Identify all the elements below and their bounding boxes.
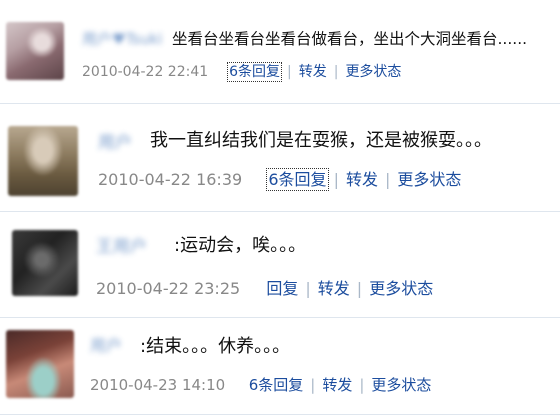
reply-link[interactable]: 6条回复 — [266, 168, 329, 191]
reply-link[interactable]: 6条回复 — [249, 376, 304, 394]
reply-link[interactable]: 回复 — [266, 279, 298, 298]
user-name[interactable]: 用户 — [90, 332, 122, 356]
avatar[interactable] — [8, 126, 78, 196]
status-meta: 2010-04-22 16:39 6条回复 | 转发 | 更多状态 — [98, 166, 461, 191]
more-status-link[interactable]: 更多状态 — [345, 64, 401, 80]
avatar[interactable] — [12, 230, 78, 296]
status-meta: 2010-04-22 23:25 回复 | 转发 | 更多状态 — [96, 275, 433, 299]
forward-link[interactable]: 转发 — [346, 170, 378, 189]
separator: | — [359, 376, 365, 394]
forward-link[interactable]: 转发 — [318, 279, 350, 298]
status-text: :结束。。。休养。。。 — [140, 332, 290, 358]
separator: | — [356, 279, 363, 298]
status-item: 用户♥Tsuki 坐看台坐看台坐看台做看台，坐出个大洞坐看台...... 201… — [0, 0, 560, 102]
timestamp: 2010-04-22 23:25 — [96, 279, 241, 298]
timestamp: 2010-04-23 14:10 — [90, 376, 226, 394]
separator: | — [384, 170, 391, 189]
status-text: :运动会，唉。。。 — [174, 231, 306, 257]
reply-link[interactable]: 6条回复 — [227, 62, 282, 82]
user-name[interactable]: 王用户 — [96, 232, 147, 257]
status-meta: 2010-04-22 22:41 6条回复 | 转发 | 更多状态 — [82, 61, 401, 82]
status-text: 我一直纠结我们是在耍猴，还是被猴耍。。。 — [150, 130, 492, 151]
separator: | — [305, 279, 311, 298]
separator: | — [333, 64, 339, 80]
forward-link[interactable]: 转发 — [299, 64, 327, 80]
timestamp: 2010-04-22 22:41 — [82, 64, 209, 80]
divider — [0, 414, 560, 415]
timestamp: 2010-04-22 16:39 — [98, 170, 243, 189]
separator: | — [287, 64, 292, 80]
status-item: 王用户 :运动会，唉。。。 2010-04-22 23:25 回复 | 转发 | 更多状… — [0, 212, 560, 316]
avatar[interactable] — [6, 330, 74, 398]
avatar[interactable] — [6, 22, 64, 80]
separator: | — [310, 376, 316, 394]
separator: | — [333, 170, 339, 189]
status-body: 结束。。。休养。。。 — [146, 336, 291, 357]
more-status-link[interactable]: 更多状态 — [369, 279, 433, 298]
status-text: 坐看台坐看台坐看台做看台，坐出个大洞坐看台...... — [172, 30, 528, 48]
forward-link[interactable]: 转发 — [322, 376, 352, 394]
status-item: 用户 我一直纠结我们是在耍猴，还是被猴耍。。。 2010-04-22 16:39… — [0, 104, 560, 210]
status-feed: 用户♥Tsuki 坐看台坐看台坐看台做看台，坐出个大洞坐看台...... 201… — [0, 0, 560, 420]
status-body: 运动会，唉。。。 — [180, 235, 307, 256]
more-status-link[interactable]: 更多状态 — [371, 376, 431, 394]
user-name[interactable]: 用户♥Tsuki — [82, 28, 162, 49]
user-name[interactable]: 用户 — [98, 128, 132, 153]
status-meta: 2010-04-23 14:10 6条回复 | 转发 | 更多状态 — [90, 374, 431, 395]
status-item: 用户 :结束。。。休养。。。 2010-04-23 14:10 6条回复 | 转发 |… — [0, 318, 560, 420]
more-status-link[interactable]: 更多状态 — [397, 170, 461, 189]
